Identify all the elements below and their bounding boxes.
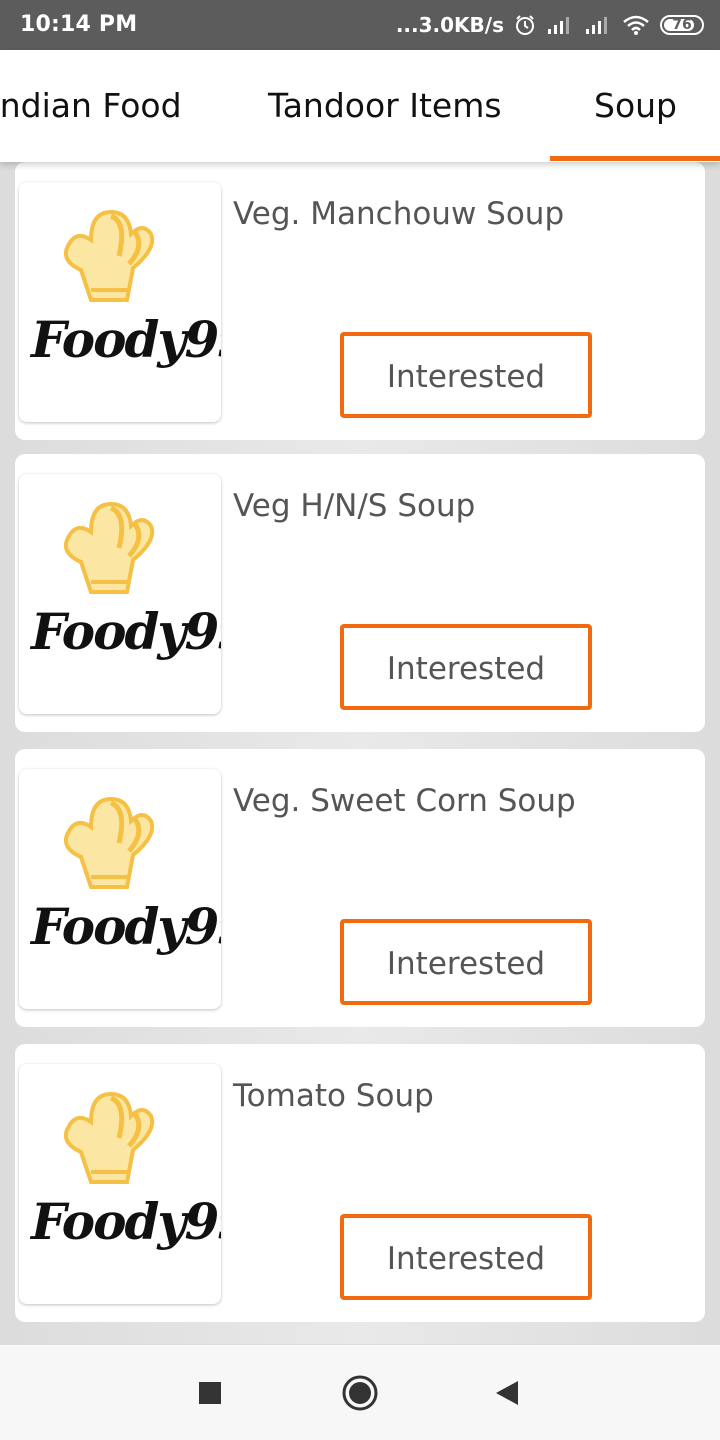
- item-card: Foody99 Veg. Manchouw Soup Interested: [15, 162, 705, 440]
- status-time: 10:14 PM: [20, 12, 138, 37]
- item-name: Veg H/N/S Soup: [233, 488, 476, 524]
- item-card: Foody99 Veg H/N/S Soup Interested: [15, 454, 705, 732]
- system-nav-bar: [0, 1344, 720, 1440]
- logo-text: Foody99: [31, 897, 221, 956]
- tab-indian-food[interactable]: Indian Food: [0, 86, 182, 125]
- item-name: Veg. Sweet Corn Soup: [233, 783, 576, 819]
- chef-hat-icon: [64, 796, 155, 889]
- battery-icon: 76: [660, 15, 704, 35]
- tab-soup[interactable]: Soup: [594, 86, 677, 125]
- logo-text: Foody99: [31, 1192, 221, 1251]
- home-circle-icon[interactable]: [340, 1373, 380, 1413]
- interested-button[interactable]: Interested: [340, 919, 592, 1005]
- item-card: Foody99 Tomato Soup Interested: [15, 1044, 705, 1322]
- chef-hat-icon: [64, 501, 155, 594]
- item-list[interactable]: Foody99 Veg. Manchouw Soup Interested Fo…: [0, 162, 720, 1344]
- interested-button[interactable]: Interested: [340, 624, 592, 710]
- item-name: Tomato Soup: [233, 1078, 434, 1114]
- item-image: Foody99: [19, 474, 221, 714]
- item-image: Foody99: [19, 769, 221, 1009]
- chef-hat-icon: [64, 1091, 155, 1184]
- battery-text: 76: [672, 17, 692, 33]
- item-image: Foody99: [19, 1064, 221, 1304]
- item-image: Foody99: [19, 182, 221, 422]
- wifi-icon: [622, 14, 650, 36]
- logo-text: Foody99: [31, 310, 221, 369]
- interested-button[interactable]: Interested: [340, 1214, 592, 1300]
- net-speed: ...3.0KB/s: [395, 13, 504, 37]
- tab-tandoor-items[interactable]: Tandoor Items: [268, 86, 502, 125]
- item-card: Foody99 Veg. Sweet Corn Soup Interested: [15, 749, 705, 1027]
- alarm-icon: [514, 14, 536, 36]
- signal-icon-2: [584, 15, 612, 35]
- recent-apps-square-icon[interactable]: [190, 1373, 230, 1413]
- status-icons: ...3.0KB/s 76: [396, 10, 704, 40]
- status-bar: 10:14 PM ...3.0KB/s 76: [0, 0, 720, 50]
- interested-button[interactable]: Interested: [340, 332, 592, 418]
- back-triangle-icon[interactable]: [488, 1373, 528, 1413]
- logo-text: Foody99: [31, 602, 221, 661]
- active-tab-indicator: [550, 156, 720, 161]
- signal-icon: [546, 15, 574, 35]
- category-tab-bar: Indian Food Tandoor Items Soup: [0, 50, 720, 162]
- item-name: Veg. Manchouw Soup: [233, 196, 565, 232]
- chef-hat-icon: [64, 209, 155, 302]
